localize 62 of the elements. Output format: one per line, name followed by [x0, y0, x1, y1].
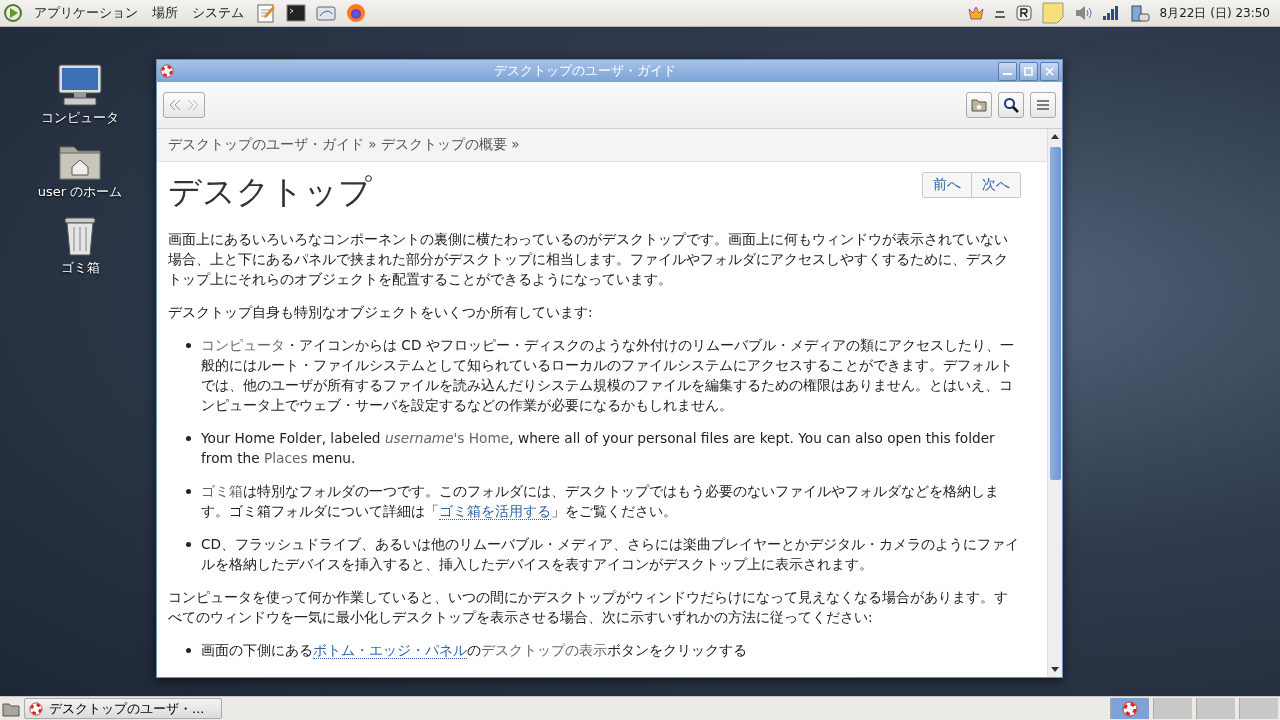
panel-menu[interactable]: 場所 [150, 2, 180, 24]
scrollbar[interactable] [1047, 129, 1062, 677]
menu-icon [1036, 99, 1050, 111]
list-item-text: 画面の下側にあるボトム・エッジ・パネルのデスクトップの表示ボタンをクリックする [201, 641, 747, 660]
crown-icon[interactable] [967, 6, 984, 20]
paragraph: 画面上にあるいろいろなコンポーネントの裏側に横たわっているのがデスクトップです。画面上に何もウィンドウが表示されていない場合、上と下にあるパネルで挟まれた部分がデスクトップに相当します。ファイルやフォルダにアクセスしやすくするために、デスクトップ上にそれらのオブジェクトを配置することができるようになっています。 [168, 230, 1009, 289]
show-desktop-icon[interactable] [2, 700, 20, 717]
list-item-text: Your Home Folder, labeled username's Home, where all of your personal files are kept. You can also open this folder from the Places menu. [201, 429, 996, 468]
trash-icon[interactable] [62, 215, 98, 257]
r-letter-icon[interactable] [1015, 5, 1032, 21]
search-icon [1003, 97, 1019, 113]
page-heading: デスクトップ [168, 171, 373, 213]
signal-icon[interactable] [1101, 5, 1120, 21]
bullet-icon [186, 436, 191, 441]
close-icon [1045, 66, 1054, 76]
breadcrumb[interactable]: デスクトップのユーザ・ガイド » デスクトップの概要 » [157, 129, 1047, 162]
star-folder-icon [971, 98, 987, 112]
paragraph: コンピュータを使って何か作業していると、いつの間にかデスクトップがウィンドウだらけになって見えなくなる場合があります。すべてのウィンドウを一気に最小化しデスクトップを表示させる場合、次に示すいずれかの方法に従ってください: [168, 588, 1009, 627]
search-button[interactable] [998, 92, 1024, 118]
terminal-icon[interactable] [286, 4, 306, 22]
page-nav-button[interactable]: 前へ [923, 173, 971, 197]
lifebuoy-icon [29, 701, 43, 716]
list-item-text: CD、フラッシュドライブ、あるいは他のリムーバブル・メディア、さらには楽曲プレイヤーとかデジタル・カメラのようにファイルを格納したデバイスを挿入すると、挿入したデバイスを表すアイコンがデスクトップ上に表示されます。 [201, 535, 1021, 574]
desktop-icon-label: user のホーム [37, 183, 123, 201]
scroll-up-icon[interactable] [1051, 133, 1059, 139]
scrollbar-thumb[interactable] [1049, 147, 1061, 480]
list-item-text: ゴミ箱は特別なフォルダの一つです。このフォルダには、デスクトップではもう必要のないファイルやフォルダなどを格納します。ゴミ箱フォルダについて詳細は「ゴミ箱を活用する」をご覧ください。 [201, 482, 1000, 521]
maximize-button[interactable] [1019, 61, 1038, 81]
minimize-icon [1003, 73, 1012, 75]
back-forward-arrows-icon [167, 97, 201, 113]
menu-button[interactable] [1030, 92, 1056, 118]
battery-icon[interactable] [1129, 3, 1150, 23]
bullet-icon [186, 343, 191, 348]
inline-link[interactable]: ボトム・エッジ・パネル [313, 642, 467, 659]
window-title: デスクトップのユーザ・ガイド [493, 62, 677, 80]
panel-menu[interactable]: システム [190, 2, 246, 24]
workspace-button[interactable] [1110, 698, 1149, 719]
computer-icon[interactable] [56, 63, 104, 107]
page-nav-button[interactable]: 次へ [971, 173, 1020, 197]
back-forward-button[interactable] [163, 92, 205, 118]
minimize-button[interactable] [998, 61, 1017, 81]
scroll-down-icon[interactable] [1051, 667, 1059, 673]
list-item-text: コンピュータ・アイコンからは CD やフロッピー・ディスクのような外付けのリムーバブル・メディアの類にアクセスしたり、一般的にはルート・ファイルシステムとして知られているローカルのファイルシステムにアクセスすることができます。デフォルトでは、他のユーザが所有するファイルを読み込んだりシステム規模のファイルを編集するための権限はありません。とはいえ、コンピュータ上でウェブ・サーバを設定するなどの作業が必要になるかもしれません。 [201, 336, 1015, 415]
bookmarks-button[interactable] [966, 92, 992, 118]
speaker-icon[interactable] [1073, 5, 1092, 21]
bullet-icon [186, 648, 191, 653]
lifebuoy-icon [1122, 700, 1138, 717]
desktop-icon-label: コンピュータ [41, 109, 119, 127]
maximize-icon [1024, 66, 1033, 76]
distro-logo-icon[interactable] [4, 4, 22, 22]
lifebuoy-icon [160, 64, 174, 78]
network-icon[interactable] [316, 4, 336, 22]
panel-menu[interactable]: アプリケーション [32, 2, 140, 24]
text-editor-icon[interactable] [256, 3, 276, 23]
close-button[interactable] [1040, 61, 1059, 81]
bullet-icon [186, 542, 191, 547]
desktop-icon-label: ゴミ箱 [60, 259, 100, 277]
clock[interactable]: 8月22日 (日) 23:50 [1159, 4, 1270, 22]
inline-link[interactable]: ゴミ箱を活用する [439, 503, 551, 520]
taskbar-button[interactable]: デスクトップのユーザ・... [24, 698, 222, 719]
bullet-icon [186, 489, 191, 494]
paragraph: デスクトップ自身も特別なオブジェクトをいくつか所有しています: [168, 303, 594, 322]
